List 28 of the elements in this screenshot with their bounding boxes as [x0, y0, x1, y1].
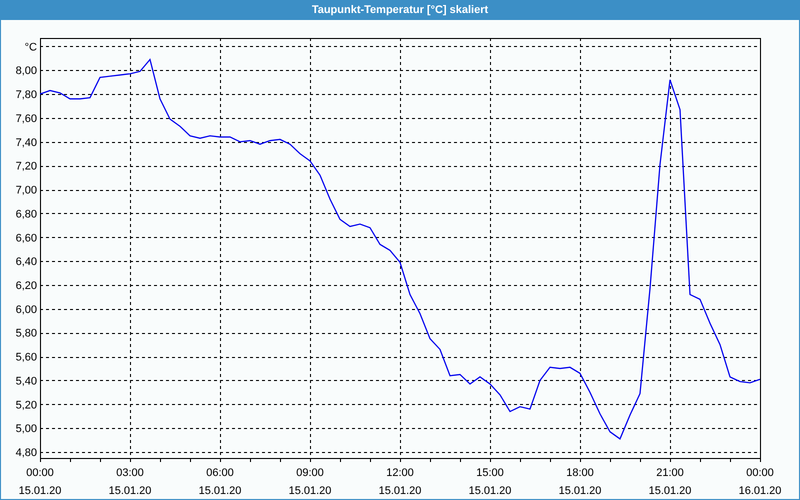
- y-axis-label: °C: [24, 41, 37, 54]
- y-axis-label: 5,60: [16, 352, 37, 364]
- y-axis-label: 7,20: [16, 160, 37, 173]
- x-axis-label: 03:00 15.01.20: [108, 467, 152, 497]
- y-axis-label: 5,40: [16, 375, 37, 388]
- y-axis-label: 8,00: [16, 65, 37, 78]
- y-axis-label: 7,00: [16, 184, 37, 197]
- y-axis-label: 7,80: [16, 89, 37, 102]
- x-axis-label: 06:00 15.01.20: [198, 467, 242, 497]
- y-axis-label: 6,40: [16, 256, 37, 268]
- y-axis-label: 7,40: [16, 136, 37, 149]
- y-axis-label: 5,80: [16, 328, 37, 340]
- y-axis-label: 4,80: [16, 447, 37, 460]
- x-axis-label: 09:00 15.01.20: [288, 467, 332, 497]
- y-axis-label: 6,60: [16, 232, 37, 244]
- y-axis-label: 6,80: [16, 208, 37, 220]
- window-title: Taupunkt-Temperatur [°C] skaliert: [310, 3, 490, 18]
- y-axis-label: 5,20: [16, 399, 37, 412]
- x-axis-label: 12:00 15.01.20: [378, 467, 422, 497]
- y-axis-label: 6,00: [16, 304, 37, 316]
- y-axis-label: 7,60: [16, 112, 37, 125]
- x-axis-label: 15:00 15.01.20: [468, 467, 512, 497]
- x-axis-label: 00:00 15.01.20: [18, 467, 62, 497]
- x-axis-label: 00:00 16.01.20: [738, 467, 782, 497]
- y-axis-label: 5,00: [16, 423, 37, 436]
- x-axis-label: 18:00 15.01.20: [558, 467, 602, 497]
- x-axis-label: 21:00 15.01.20: [648, 467, 692, 497]
- y-axis-label: 6,20: [16, 280, 37, 292]
